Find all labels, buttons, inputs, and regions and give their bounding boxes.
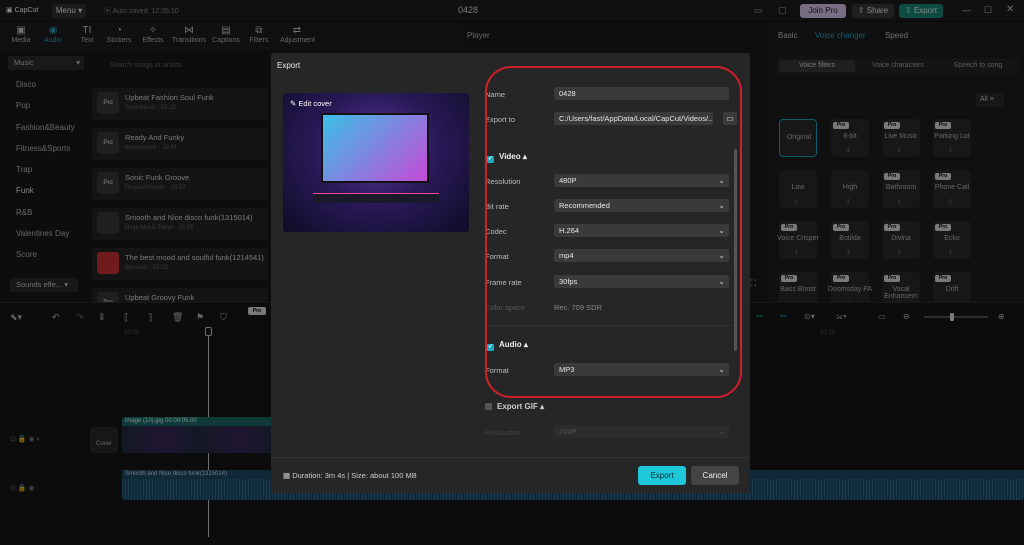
duration-info: ▦ Duration: 3m 4s | Size: about 100 MB <box>283 471 417 480</box>
cancel-button[interactable]: Cancel <box>691 466 739 485</box>
export-button[interactable]: Export <box>638 466 686 485</box>
gif-section-toggle[interactable]: Export GIF ▴ <box>485 402 544 411</box>
cover-desk-image <box>313 193 439 203</box>
gif-resolution-label: Resolution <box>485 428 521 437</box>
film-icon: ▦ <box>283 471 291 480</box>
cover-preview[interactable]: ✎ Edit cover <box>283 93 469 232</box>
gif-checkbox[interactable] <box>485 403 492 410</box>
highlight-annotation <box>485 66 742 398</box>
dialog-footer: ▦ Duration: 3m 4s | Size: about 100 MB E… <box>271 457 750 493</box>
edit-cover-button[interactable]: ✎ Edit cover <box>290 99 332 108</box>
dialog-title: Export <box>277 61 301 70</box>
cover-monitor-image <box>321 113 429 183</box>
gif-resolution-select: 240P ⌄ <box>554 425 729 438</box>
